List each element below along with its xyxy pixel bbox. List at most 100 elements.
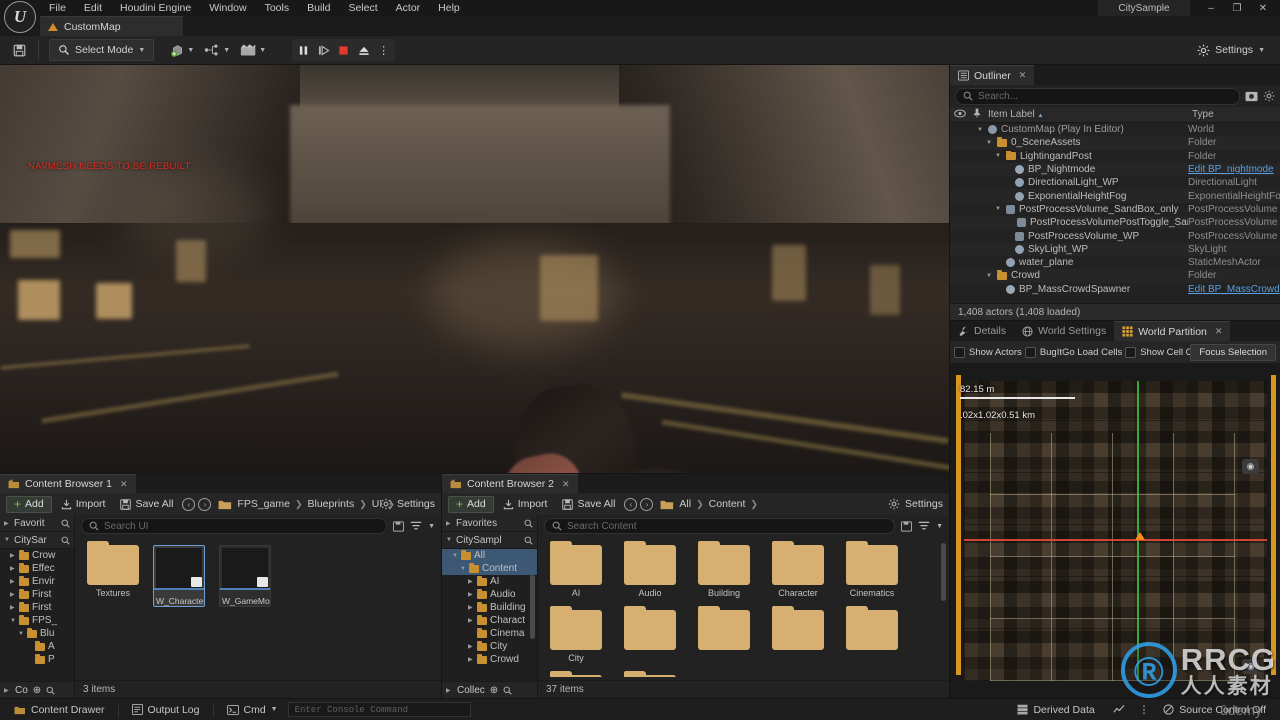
- folder-tree-row[interactable]: ▶ Effec: [0, 562, 74, 575]
- cb2-crumb-all[interactable]: All: [679, 498, 691, 510]
- visibility-column-icon[interactable]: [950, 109, 969, 121]
- folder-tree-row[interactable]: A: [0, 640, 74, 653]
- pin-column-icon[interactable]: [969, 108, 984, 121]
- cb1-sources-section[interactable]: ▼ CitySar: [0, 532, 74, 549]
- folder-tile[interactable]: Audio: [622, 541, 678, 598]
- folder-tile[interactable]: Character: [770, 541, 826, 598]
- cb2-settings-button[interactable]: Settings: [888, 498, 943, 510]
- tab-world-partition[interactable]: World Partition ✕: [1114, 321, 1231, 341]
- menu-window[interactable]: Window: [200, 0, 255, 16]
- camera-icon[interactable]: ◉: [1242, 659, 1259, 674]
- folder-tile[interactable]: [770, 606, 826, 663]
- pause-button[interactable]: [294, 40, 313, 61]
- cb2-folder-tree[interactable]: ▼ All ▼ Content ▶ AI ▶ Audio ▶ Building ▶ Charact Ci…: [442, 549, 537, 664]
- outliner-row[interactable]: ▼ CustomMap (Play In Editor) World: [950, 123, 1280, 136]
- cb2-search-input[interactable]: Search Content: [544, 518, 896, 534]
- folder-tree-row[interactable]: ▶ Building: [442, 601, 537, 614]
- outliner-edit-link[interactable]: Edit BP_nightmode: [1188, 164, 1280, 175]
- maximize-button[interactable]: ❐: [1224, 0, 1250, 16]
- cb1-settings-button[interactable]: Settings: [380, 498, 435, 510]
- chevron-down-icon[interactable]: ▼: [18, 631, 24, 637]
- camera-icon[interactable]: ◉: [1242, 459, 1259, 474]
- console-command-input[interactable]: Enter Console Command: [287, 702, 471, 717]
- chevron-down-icon[interactable]: ▼: [428, 523, 435, 530]
- outliner-row[interactable]: BP_Nightmode Edit BP_nightmode: [950, 162, 1280, 177]
- cb2-back-button[interactable]: ‹: [624, 497, 638, 511]
- search-icon[interactable]: [61, 536, 70, 545]
- minimize-button[interactable]: –: [1198, 0, 1224, 16]
- expand-arrow-icon[interactable]: ▼: [986, 273, 993, 279]
- save-search-icon[interactable]: [393, 520, 405, 532]
- outliner-row[interactable]: DirectionalLight_WP DirectionalLight: [950, 176, 1280, 189]
- cb2-import-button[interactable]: Import: [497, 495, 554, 513]
- folder-tree-row[interactable]: ▶ Charact: [442, 614, 537, 627]
- search-icon[interactable]: [524, 519, 533, 528]
- tab-content-browser-2[interactable]: Content Browser 2 ✕: [442, 474, 578, 493]
- chevron-down-icon[interactable]: ▼: [936, 523, 943, 530]
- add-actor-button[interactable]: ▼: [166, 39, 198, 61]
- cb1-save-all-button[interactable]: Save All: [114, 495, 179, 513]
- folder-tree-row[interactable]: ▼ Blu: [0, 627, 74, 640]
- world-partition-minimap[interactable]: 82.15 m .02x1.02x0.51 km ◉ ◉: [950, 363, 1280, 699]
- filter-icon[interactable]: [918, 521, 930, 532]
- folder-tile[interactable]: City: [548, 606, 604, 663]
- chevron-right-icon[interactable]: ▶: [468, 591, 474, 598]
- cb2-path-folder-icon[interactable]: [660, 499, 674, 510]
- outliner-row[interactable]: BP_MassCrowdSpawner Edit BP_MassCrowd: [950, 283, 1280, 295]
- chevron-right-icon[interactable]: ▶: [10, 552, 16, 559]
- folder-tree-row[interactable]: ▶ First: [0, 588, 74, 601]
- outliner-row[interactable]: ▼ PostProcessVolume_SandBox_only PostProce…: [950, 203, 1280, 216]
- folder-tree-row[interactable]: ▼ Content: [442, 562, 537, 575]
- cb1-back-button[interactable]: ‹: [182, 497, 196, 511]
- cb2-forward-button[interactable]: ›: [640, 497, 654, 511]
- cb2-asset-scrollbar[interactable]: [941, 543, 946, 601]
- content-drawer-button[interactable]: Content Drawer: [6, 701, 113, 719]
- search-icon[interactable]: [503, 686, 512, 695]
- outliner-settings-gear-icon[interactable]: [1263, 90, 1275, 102]
- bugitgo-load-cells-checkbox[interactable]: BugItGo Load Cells: [1024, 346, 1122, 358]
- cb2-save-all-button[interactable]: Save All: [556, 495, 621, 513]
- folder-tile[interactable]: Cinematics: [844, 541, 900, 598]
- cb1-crumb-blueprints[interactable]: Blueprints: [308, 498, 355, 510]
- folder-tile[interactable]: [844, 606, 900, 663]
- cb1-import-button[interactable]: Import: [55, 495, 112, 513]
- close-icon[interactable]: ✕: [120, 479, 128, 490]
- folder-tile[interactable]: [622, 606, 678, 663]
- cb1-favorites-section[interactable]: ▶ Favorit: [0, 515, 74, 532]
- outliner-tree[interactable]: ▼ CustomMap (Play In Editor) World ▼ 0_Scene…: [950, 123, 1280, 295]
- frame-step-button[interactable]: [314, 40, 333, 61]
- menu-actor[interactable]: Actor: [387, 0, 430, 16]
- chevron-right-icon[interactable]: ▶: [468, 643, 474, 650]
- folder-tree-row[interactable]: ▶ Crow: [0, 549, 74, 562]
- add-collection-icon[interactable]: ⊕: [490, 685, 498, 696]
- cb1-collections-section[interactable]: ▶ Co ⊕: [0, 681, 74, 698]
- add-collection-icon[interactable]: ⊕: [33, 685, 41, 696]
- status-more-button[interactable]: ⋮: [1135, 701, 1154, 719]
- cb2-tree-scrollbar[interactable]: [530, 575, 535, 639]
- close-button[interactable]: ✕: [1250, 0, 1276, 16]
- expand-arrow-icon[interactable]: ▼: [995, 206, 1002, 212]
- cb2-asset-tiles[interactable]: AI Audio Building Character Cinematics City: [538, 537, 949, 677]
- folder-tile[interactable]: [548, 671, 604, 677]
- select-mode-button[interactable]: Select Mode ▼: [49, 39, 155, 61]
- outliner-row[interactable]: ▼ Crowd Folder: [950, 269, 1280, 283]
- folder-tree-row[interactable]: ▶ Audio: [442, 588, 537, 601]
- performance-button[interactable]: [1105, 701, 1133, 719]
- cb2-crumb-content[interactable]: Content: [709, 498, 746, 510]
- menu-build[interactable]: Build: [298, 0, 339, 16]
- menu-edit[interactable]: Edit: [75, 0, 111, 16]
- folder-tree-row[interactable]: ▼ FPS_: [0, 614, 74, 627]
- folder-tree-row[interactable]: ▶ AI: [442, 575, 537, 588]
- close-icon[interactable]: ✕: [1019, 70, 1027, 81]
- chevron-right-icon[interactable]: ▶: [10, 604, 16, 611]
- folder-tile[interactable]: Building: [696, 541, 752, 598]
- chevron-right-icon[interactable]: ▶: [10, 591, 16, 598]
- cb2-sources-section[interactable]: ▼ CitySampl: [442, 532, 537, 549]
- outliner-search-input[interactable]: Search...: [955, 87, 1240, 105]
- folder-tree-row[interactable]: Cinema: [442, 627, 537, 640]
- search-icon[interactable]: [61, 519, 70, 528]
- menu-houdini-engine[interactable]: Houdini Engine: [111, 0, 200, 16]
- cb1-folder-tree[interactable]: ▶ Crow ▶ Effec ▶ Envir ▶ First ▶ First ▼ FPS_ ▼ Blu A P…: [0, 549, 74, 664]
- cb1-crumb-fps-game[interactable]: FPS_game: [237, 498, 290, 510]
- chevron-right-icon[interactable]: ▶: [10, 578, 16, 585]
